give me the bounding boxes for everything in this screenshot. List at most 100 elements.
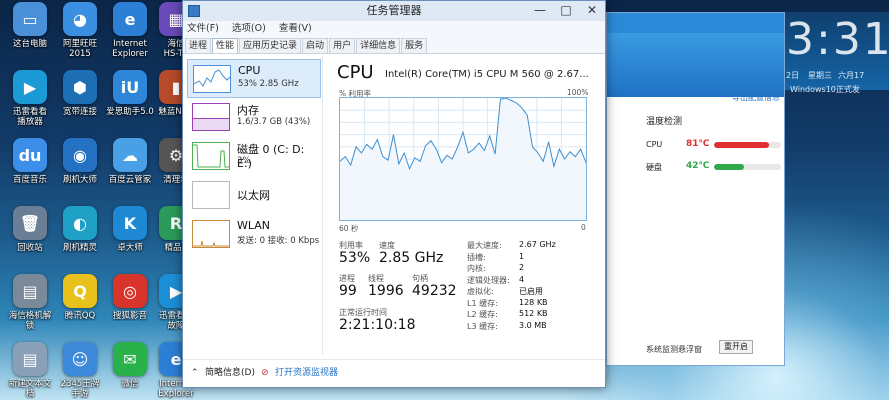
open-resource-monitor-link[interactable]: 打开资源监视器	[275, 360, 338, 387]
desktop-icon-label: 宽带连接	[62, 107, 97, 117]
titlebar: 任务管理器 — □ ✕	[183, 1, 605, 21]
wlan-summary: 发送: 0 接收: 0 Kbps	[237, 236, 320, 246]
desktop-icon-label: 百度云管家	[108, 175, 152, 185]
spec-key: 插槽:	[467, 252, 486, 262]
desktop-icon-label: 这台电脑	[12, 39, 47, 49]
desktop-icon-label: 阿里旺旺 2015	[62, 39, 97, 59]
disk-mini-graph	[192, 142, 230, 170]
desktop-icon[interactable]: du 百度音乐	[4, 138, 56, 185]
close-button[interactable]: ✕	[579, 1, 605, 21]
desktop-icon-label: 刷机大师	[62, 175, 97, 185]
spec-value: 128 KB	[519, 297, 548, 307]
processor-name: Intel(R) Core(TM) i5 CPU M 560 @ 2.67...	[385, 69, 589, 80]
desktop-icon-label: 新建文本文 档	[8, 379, 52, 399]
memory-mini-graph	[192, 103, 230, 131]
sidebar-item-memory[interactable]: 内存 1.6/3.7 GB (43%)	[187, 98, 321, 137]
tab-performance[interactable]: 性能	[212, 38, 239, 53]
desktop-icon-glyph: ⬢	[63, 70, 97, 104]
desktop-icon[interactable]: ▤ 新建文本文 档	[4, 342, 56, 399]
floating-window-label: 系统监测悬浮窗	[646, 345, 702, 354]
maximize-button[interactable]: □	[553, 1, 579, 21]
desktop-icon[interactable]: iU 爱思助手5.0	[104, 70, 156, 117]
desktop-icon-glyph: 🗑	[13, 206, 47, 240]
desktop-icon-label: 海信格机解 锁	[8, 311, 52, 331]
desktop-icon-glyph: ◉	[63, 138, 97, 172]
minimize-button[interactable]: —	[527, 1, 553, 21]
tab-services[interactable]: 服务	[401, 38, 428, 53]
desktop-icon[interactable]: ☁ 百度云管家	[104, 138, 156, 185]
task-manager-icon	[188, 5, 200, 17]
sidebar-item-wlan[interactable]: WLAN 发送: 0 接收: 0 Kbps	[187, 215, 321, 254]
processes-value: 99	[339, 283, 357, 299]
desktop-icon-label: 回收站	[17, 243, 43, 253]
desktop-icon-label: 迅雷看看 播放器	[12, 107, 47, 127]
menu-options[interactable]: 选项(O)	[232, 23, 266, 34]
disk-temp-bar	[714, 164, 781, 170]
desktop-icon-label: 卓大师	[117, 243, 143, 253]
menu-view[interactable]: 查看(V)	[279, 23, 312, 34]
fewer-details-link[interactable]: 简略信息(D)	[205, 360, 255, 387]
collapse-icon[interactable]: ⌃	[191, 360, 199, 387]
spec-key: L1 缓存:	[467, 298, 498, 308]
restart-button[interactable]: 重开启	[719, 340, 753, 354]
window-title: 任务管理器	[366, 4, 422, 17]
clock-weekday: 星期三	[808, 71, 832, 80]
clock-os-note: Windows10正式发	[790, 85, 860, 94]
sidebar-item-ethernet[interactable]: 以太网	[187, 176, 321, 215]
desktop-icon-label: 2345王牌 手游	[60, 379, 100, 399]
tab-users[interactable]: 用户	[329, 38, 356, 53]
desktop-icon[interactable]: e Internet Explorer	[104, 2, 156, 59]
resource-sidebar: CPU 53% 2.85 GHz 内存 1.6/3.7 GB (43%) 磁盘 …	[187, 57, 323, 355]
desktop-icon-glyph: ☺	[63, 342, 97, 376]
desktop-icon-glyph: e	[113, 2, 147, 36]
tab-details[interactable]: 详细信息	[356, 38, 401, 53]
graph-x-min: 0	[581, 223, 586, 232]
desktop-icon[interactable]: ◉ 刷机大师	[54, 138, 106, 185]
spec-key: L3 缓存:	[467, 321, 498, 331]
sidebar-item-cpu[interactable]: CPU 53% 2.85 GHz	[187, 59, 321, 98]
desktop-icon[interactable]: ▤ 海信格机解 锁	[4, 274, 56, 331]
spec-key: L2 缓存:	[467, 310, 498, 319]
desktop-icon-glyph: ✉	[113, 342, 147, 376]
wlan-mini-graph	[192, 220, 230, 248]
export-config-link[interactable]: 导出配置信息	[732, 92, 780, 103]
clock-month: 六月17	[838, 71, 865, 80]
tab-startup[interactable]: 启动	[302, 38, 329, 53]
tab-processes[interactable]: 进程	[185, 38, 212, 53]
cpu-temp-value: 81℃	[686, 139, 710, 149]
desktop-icon-label: 微信	[121, 379, 139, 389]
desktop-icon[interactable]: K 卓大师	[104, 206, 156, 253]
menu-file[interactable]: 文件(F)	[187, 23, 219, 34]
cpu-label: CPU	[238, 64, 261, 77]
desktop-icon[interactable]: ◐ 刷机精灵	[54, 206, 106, 253]
spec-key: 虚拟化:	[467, 287, 494, 296]
tab-app-history[interactable]: 应用历史记录	[239, 38, 302, 53]
utilization-value: 53%	[339, 250, 371, 266]
uptime-value: 2:21:10:18	[339, 317, 416, 333]
tab-strip: 进程 性能 应用历史记录 启动 用户 详细信息 服务	[183, 37, 605, 54]
desktop-icon[interactable]: ▭ 这台电脑	[4, 2, 56, 49]
memory-summary: 1.6/3.7 GB (43%)	[237, 117, 311, 127]
desktop-icon[interactable]: ☺ 2345王牌 手游	[54, 342, 106, 399]
desktop-icon[interactable]: 🗑 回收站	[4, 206, 56, 253]
desktop-icon-glyph: K	[113, 206, 147, 240]
ethernet-label: 以太网	[237, 189, 270, 202]
disk-summary: 3%	[237, 156, 251, 166]
desktop-icon[interactable]: ✉ 微信	[104, 342, 156, 389]
monitor-header-banner	[607, 33, 784, 97]
desktop-icon[interactable]: ◕ 阿里旺旺 2015	[54, 2, 106, 59]
cpu-detail-panel: CPU Intel(R) Core(TM) i5 CPU M 560 @ 2.6…	[333, 57, 599, 357]
spec-value: 2.67 GHz	[519, 240, 556, 249]
desktop-icon[interactable]: Q 腾讯QQ	[54, 274, 106, 321]
temperature-monitor-window	[606, 12, 785, 366]
desktop-icon[interactable]: ◎ 搜狐影音	[104, 274, 156, 321]
spec-value: 1	[519, 251, 525, 261]
desktop-icon[interactable]: ⬢ 宽带连接	[54, 70, 106, 117]
desktop-icon-glyph: iU	[113, 70, 147, 104]
desktop-icon[interactable]: ▶ 迅雷看看 播放器	[4, 70, 56, 127]
task-manager-footer: ⌃ 简略信息(D) ⊘ 打开资源监视器	[183, 359, 605, 387]
panel-heading: CPU	[337, 62, 374, 83]
desktop-icon-glyph: ▭	[13, 2, 47, 36]
sidebar-item-disk[interactable]: 磁盘 0 (C: D: E:) 3%	[187, 137, 321, 176]
temperature-title: 温度检测	[646, 117, 683, 127]
